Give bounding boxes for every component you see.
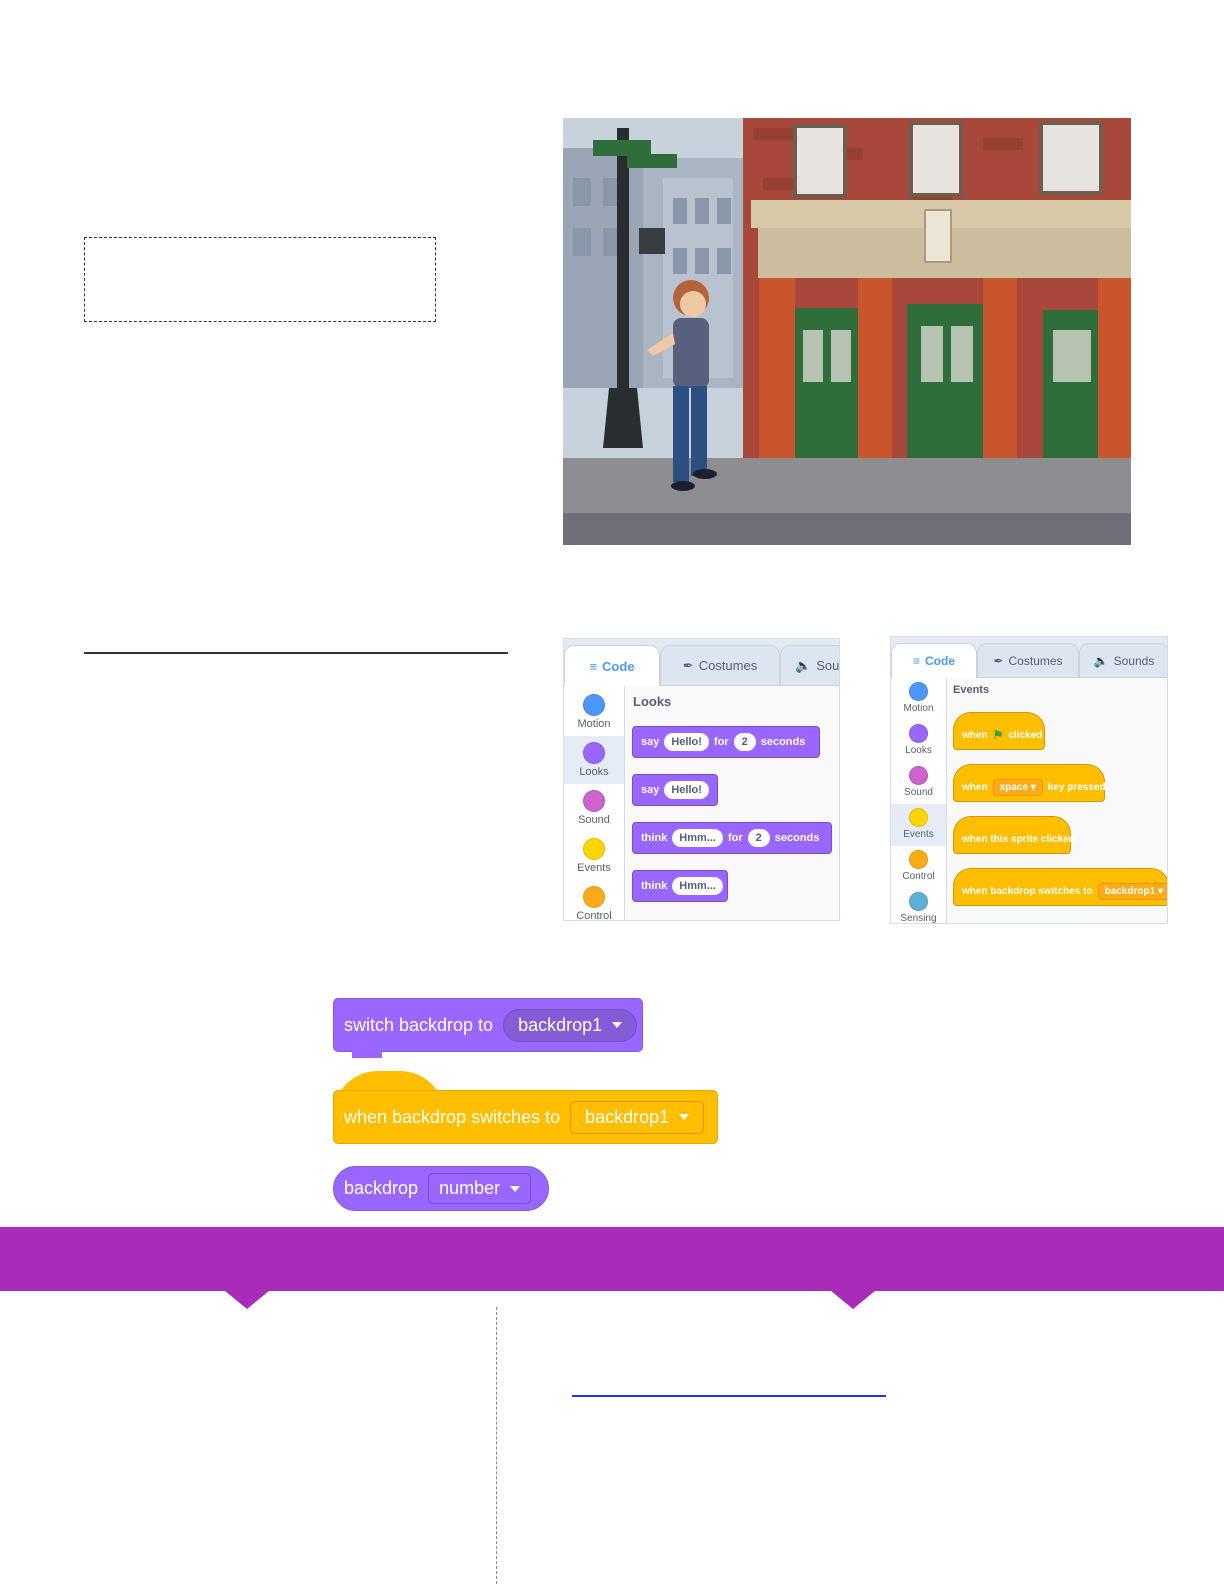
category-control[interactable]: Control: [564, 880, 624, 920]
band-pointer-right: [831, 1291, 875, 1309]
green-flag-icon: ⚑: [992, 728, 1004, 742]
category-sound[interactable]: Sound: [564, 784, 624, 832]
tab-costumes[interactable]: ✒ Costumes: [660, 645, 780, 685]
dashed-placeholder-box: [84, 237, 436, 322]
category-looks[interactable]: Looks: [564, 736, 624, 784]
backdrop-number-dropdown[interactable]: number: [428, 1173, 532, 1204]
section-header-band: [0, 1227, 1224, 1309]
column-divider: [496, 1307, 497, 1584]
tab-bar: ≡ Code ✒ Costumes 🔈 Sounds: [891, 637, 1167, 678]
code-icon: ≡: [589, 658, 598, 674]
when-sprite-clicked-block[interactable]: when this sprite clicked: [953, 816, 1075, 854]
tab-bar: ≡ Code ✒ Costumes 🔈 Sou: [564, 639, 839, 686]
category-motion[interactable]: Motion: [564, 688, 624, 736]
tab-code[interactable]: ≡ Code: [564, 645, 660, 686]
category-sensing[interactable]: Sensing: [891, 888, 946, 923]
when-key-pressed-block[interactable]: when space ▾ key pressed: [953, 764, 1106, 802]
looks-panel: ≡ Code ✒ Costumes 🔈 Sou Motion Looks Sou…: [563, 638, 840, 921]
when-backdrop-switches-hat-block[interactable]: when backdrop switches to backdrop1: [333, 1090, 718, 1144]
when-backdrop-dropdown[interactable]: backdrop1: [570, 1100, 705, 1134]
events-panel: ≡ Code ✒ Costumes 🔈 Sounds Motion Looks …: [890, 636, 1168, 924]
speaker-icon: 🔈: [795, 657, 812, 673]
palette-title: Events: [953, 684, 990, 696]
backdrop-reporter-block[interactable]: backdrop number: [333, 1166, 549, 1211]
category-looks[interactable]: Looks: [891, 720, 946, 762]
tab-sounds[interactable]: 🔈 Sou: [780, 645, 839, 685]
category-control[interactable]: Control: [891, 846, 946, 888]
switch-backdrop-dropdown[interactable]: backdrop1: [503, 1008, 638, 1042]
block-notch: [352, 1050, 382, 1058]
caret-down-icon: [679, 1114, 690, 1120]
block-palette: Looks say Hello! for 2 seconds say Hello…: [625, 686, 839, 920]
caret-down-icon: [510, 1185, 521, 1192]
say-block[interactable]: say Hello!: [632, 774, 718, 806]
brush-icon: ✒: [993, 653, 1004, 668]
stage-image: [563, 118, 1131, 545]
category-column: Motion Looks Sound Events Control Sensin…: [891, 678, 947, 923]
tab-sounds[interactable]: 🔈 Sounds: [1079, 643, 1167, 677]
key-dropdown[interactable]: space ▾: [992, 778, 1043, 796]
think-block[interactable]: think Hmm...: [632, 870, 728, 902]
caret-down-icon: [612, 1022, 623, 1028]
category-events[interactable]: Events: [891, 804, 946, 846]
divider-line: [84, 652, 508, 654]
category-events[interactable]: Events: [564, 832, 624, 880]
category-sound[interactable]: Sound: [891, 762, 946, 804]
tab-costumes[interactable]: ✒ Costumes: [977, 643, 1079, 677]
switch-backdrop-block[interactable]: switch backdrop to backdrop1: [333, 998, 643, 1052]
think-for-seconds-block[interactable]: think Hmm... for 2 seconds: [632, 822, 832, 854]
speaker-icon: 🔈: [1093, 653, 1109, 668]
backdrop-dropdown[interactable]: backdrop1 ▾: [1097, 882, 1167, 900]
link-underline: [572, 1395, 886, 1397]
category-motion[interactable]: Motion: [891, 678, 946, 720]
say-for-seconds-block[interactable]: say Hello! for 2 seconds: [632, 726, 820, 758]
when-backdrop-switches-block[interactable]: when backdrop switches to backdrop1 ▾: [953, 868, 1167, 906]
code-icon: ≡: [912, 654, 920, 668]
block-palette: Events when ⚑ clicked when space ▾ key p…: [947, 678, 1167, 923]
when-flag-clicked-block[interactable]: when ⚑ clicked: [953, 712, 1045, 750]
category-column: Motion Looks Sound Events Control: [564, 686, 625, 920]
tab-code[interactable]: ≡ Code: [891, 643, 977, 678]
band-pointer-left: [225, 1291, 269, 1309]
palette-title: Looks: [633, 694, 672, 709]
brush-icon: ✒: [682, 657, 694, 673]
